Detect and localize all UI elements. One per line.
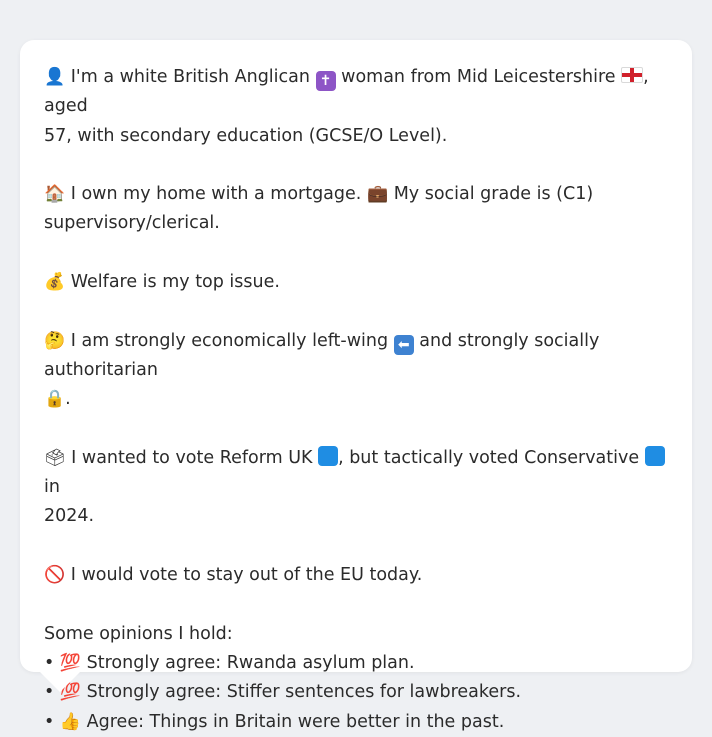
opinion-text: Strongly agree: Stiffer sentences for la… <box>86 682 522 703</box>
identity-text-a: I'm a white British Anglican <box>70 67 310 87</box>
housing-text-b: My social grade is (C1) <box>393 184 594 205</box>
vote-line-1: 🗳 I wanted to vote Reform UK , but tacti… <box>44 444 672 503</box>
ballot-box-icon: 🗳 <box>44 447 66 468</box>
person-silhouette-icon: 👤 <box>44 67 66 87</box>
house-icon: 🏠 <box>44 184 66 205</box>
money-bag-icon: 💰 <box>44 272 66 293</box>
bullet: • <box>44 652 55 673</box>
opinion-item: • 💯 Strongly agree: Stiffer sentences fo… <box>44 678 672 707</box>
eu-line: 🚫 I would vote to stay out of the EU tod… <box>44 561 672 590</box>
prohibited-icon: 🚫 <box>44 565 66 586</box>
england-flag-icon <box>621 67 644 83</box>
ideology-text-a: I am strongly economically left-wing <box>70 330 389 351</box>
housing-text-a: I own my home with a mortgage. <box>70 184 362 205</box>
lock-icon: 🔒 <box>44 389 66 410</box>
opinion-text: Agree: Things in Britain were better in … <box>86 711 505 732</box>
housing-line-1: 🏠 I own my home with a mortgage. 💼 My so… <box>44 180 672 209</box>
persona-message-bubble: 👤 I'm a white British Anglican ✝ woman f… <box>20 40 692 732</box>
bullet: • <box>44 711 55 732</box>
reform-blue-square-icon <box>318 445 339 466</box>
bubble-tail <box>40 672 80 692</box>
opinions-heading: Some opinions I hold: <box>44 623 233 644</box>
opinion-text: Strongly agree: Rwanda asylum plan. <box>86 652 415 673</box>
vote-text-a: I wanted to vote Reform UK <box>71 447 313 468</box>
ideology-line-2: 🔒. <box>44 385 672 414</box>
housing-line-2: supervisory/clerical. <box>44 213 220 234</box>
conservative-blue-square-icon <box>644 445 665 466</box>
thumbs-up-icon: 👍 <box>59 711 82 732</box>
left-arrow-icon: ⬅ <box>393 334 414 355</box>
latin-cross-icon: ✝ <box>315 71 336 91</box>
vote-text-b: , but tactically voted Conservative <box>338 447 640 468</box>
issue-line: 💰 Welfare is my top issue. <box>44 268 672 297</box>
opinion-item: • 💯 Strongly agree: Rwanda asylum plan. <box>44 649 672 678</box>
thinking-face-icon: 🤔 <box>44 330 66 351</box>
identity-line-1: 👤 I'm a white British Anglican ✝ woman f… <box>44 63 672 122</box>
issue-text: Welfare is my top issue. <box>70 272 280 293</box>
identity-line-2: 57, with secondary education (GCSE/O Lev… <box>44 125 448 146</box>
hundred-points-icon: 💯 <box>59 652 82 673</box>
briefcase-icon: 💼 <box>366 184 389 205</box>
ideology-line-1: 🤔 I am strongly economically left-wing ⬅… <box>44 327 672 386</box>
vote-line-2: 2024. <box>44 506 95 527</box>
identity-text-b: woman from Mid Leicestershire <box>341 67 616 87</box>
vote-text-c: in <box>44 477 60 498</box>
ideology-tail: . <box>65 389 71 410</box>
eu-text: I would vote to stay out of the EU today… <box>70 565 423 586</box>
